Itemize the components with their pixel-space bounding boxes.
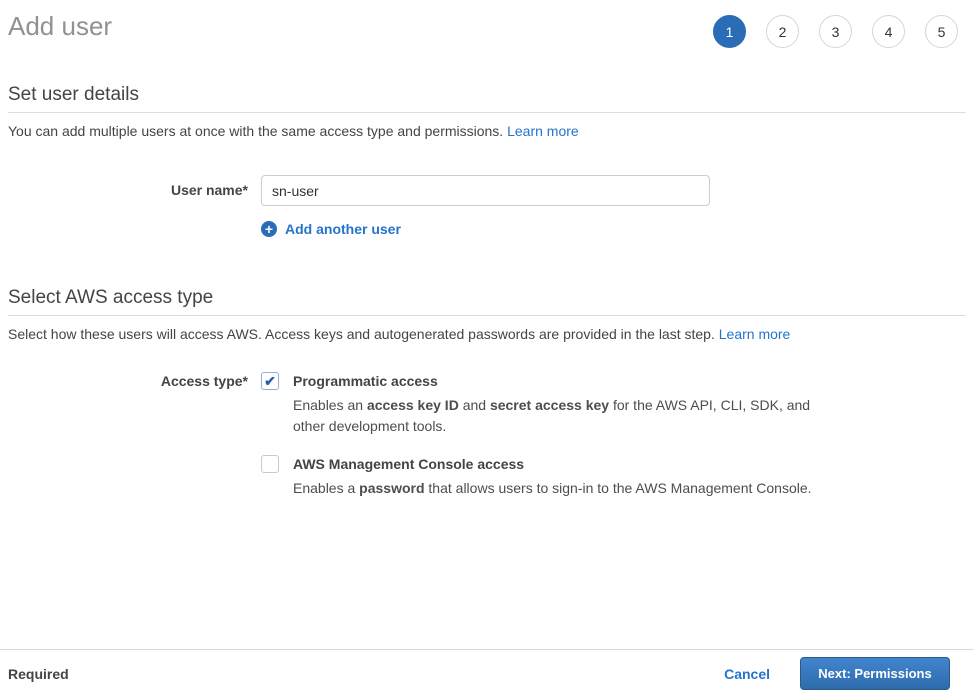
access-type-label: Access type* xyxy=(8,371,261,516)
user-details-description-text: You can add multiple users at once with … xyxy=(8,123,507,139)
add-another-user-link[interactable]: Add another user xyxy=(285,221,401,237)
console-access-checkbox[interactable] xyxy=(261,455,279,473)
access-type-section: Select AWS access type Select how these … xyxy=(8,287,966,516)
footer-actions: Cancel Next: Permissions xyxy=(724,657,950,690)
wizard-footer: Required Cancel Next: Permissions xyxy=(0,649,974,697)
access-type-options: ✔ Programmatic access Enables an access … xyxy=(261,371,815,516)
next-permissions-button[interactable]: Next: Permissions xyxy=(800,657,950,690)
username-row: User name* xyxy=(8,175,966,206)
username-input[interactable] xyxy=(261,175,710,206)
programmatic-access-checkbox[interactable]: ✔ xyxy=(261,372,279,390)
access-type-description: Select how these users will access AWS. … xyxy=(8,326,966,342)
console-access-description: Enables a password that allows users to … xyxy=(293,478,815,499)
console-access-title: AWS Management Console access xyxy=(293,456,815,472)
page-title: Add user xyxy=(8,12,112,41)
user-details-description: You can add multiple users at once with … xyxy=(8,123,966,139)
programmatic-access-title: Programmatic access xyxy=(293,373,815,389)
programmatic-access-texts: Programmatic access Enables an access ke… xyxy=(293,371,815,437)
step-2-indicator: 2 xyxy=(766,15,799,48)
section-divider xyxy=(8,315,966,316)
step-1-indicator: 1 xyxy=(713,15,746,48)
step-4-indicator: 4 xyxy=(872,15,905,48)
access-type-learn-more-link[interactable]: Learn more xyxy=(719,326,791,342)
console-access-option: AWS Management Console access Enables a … xyxy=(261,454,815,499)
required-label: Required xyxy=(8,666,69,682)
access-type-row: Access type* ✔ Programmatic access Enabl… xyxy=(8,371,966,516)
section-divider xyxy=(8,112,966,113)
cancel-button[interactable]: Cancel xyxy=(724,666,770,682)
programmatic-access-description: Enables an access key ID and secret acce… xyxy=(293,395,815,437)
page-header: Add user 1 2 3 4 5 xyxy=(0,0,974,58)
user-details-heading: Set user details xyxy=(8,84,966,106)
access-type-heading: Select AWS access type xyxy=(8,287,966,309)
username-label: User name* xyxy=(8,175,261,206)
step-3-indicator: 3 xyxy=(819,15,852,48)
programmatic-access-option: ✔ Programmatic access Enables an access … xyxy=(261,371,815,437)
step-5-indicator: 5 xyxy=(925,15,958,48)
console-access-texts: AWS Management Console access Enables a … xyxy=(293,454,815,499)
user-details-section: Set user details You can add multiple us… xyxy=(8,84,966,237)
wizard-step-indicator: 1 2 3 4 5 xyxy=(713,15,958,48)
user-details-learn-more-link[interactable]: Learn more xyxy=(507,123,579,139)
plus-circle-icon: + xyxy=(261,221,277,237)
add-another-user-row[interactable]: + Add another user xyxy=(261,221,966,237)
access-type-description-text: Select how these users will access AWS. … xyxy=(8,326,719,342)
